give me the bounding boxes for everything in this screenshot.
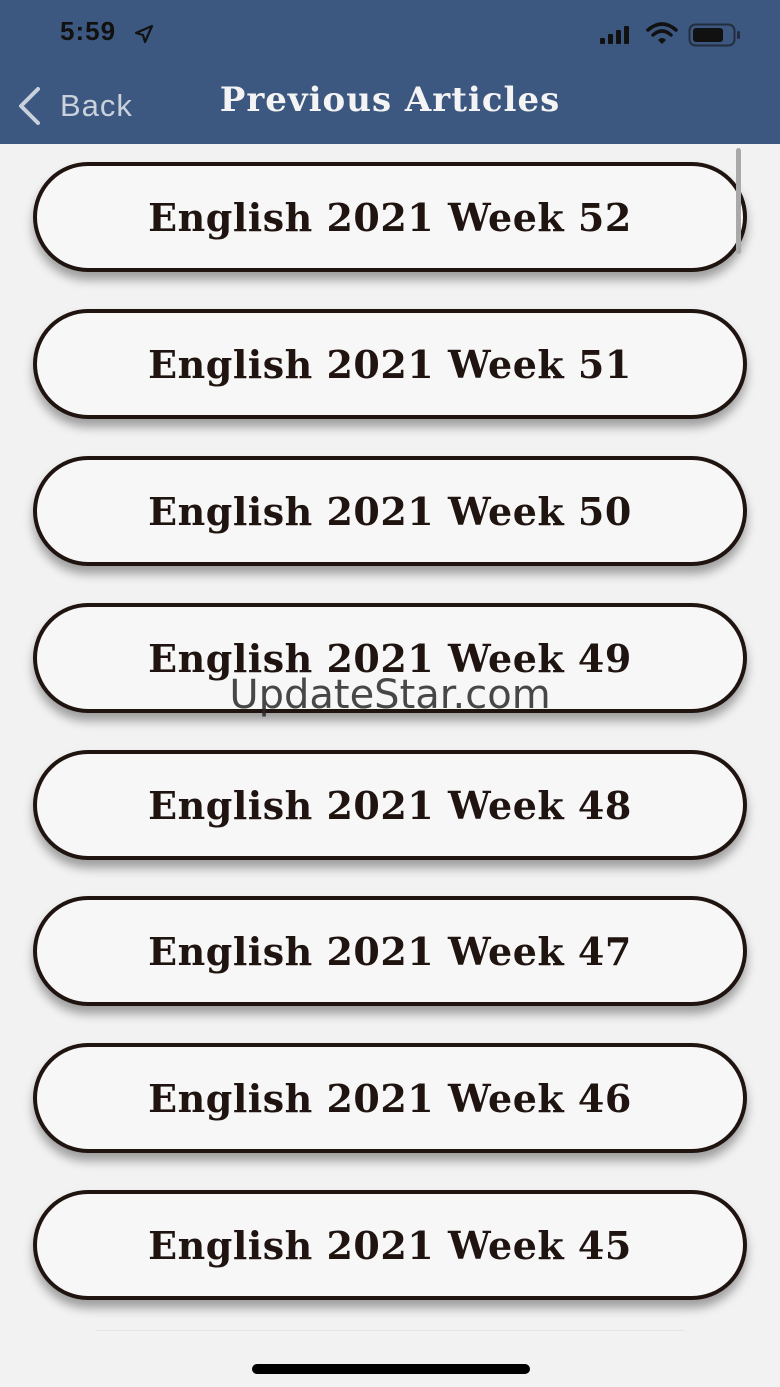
article-label: English 2021 Week 46 bbox=[148, 1075, 632, 1121]
article-button-week-49[interactable]: English 2021 Week 49 bbox=[33, 603, 747, 713]
article-label: English 2021 Week 47 bbox=[148, 928, 632, 974]
article-label: English 2021 Week 51 bbox=[148, 341, 632, 387]
scrollbar[interactable] bbox=[736, 148, 741, 254]
article-label: English 2021 Week 50 bbox=[148, 488, 632, 534]
navigation-bar: 5:59 Back Previous Articles bbox=[0, 0, 780, 144]
article-label: English 2021 Week 49 bbox=[148, 635, 632, 681]
article-button-week-51[interactable]: English 2021 Week 51 bbox=[33, 309, 747, 419]
article-button-week-50[interactable]: English 2021 Week 50 bbox=[33, 456, 747, 566]
divider bbox=[95, 1330, 685, 1331]
article-label: English 2021 Week 52 bbox=[148, 194, 632, 240]
location-arrow-icon bbox=[134, 24, 154, 44]
article-button-week-45[interactable]: English 2021 Week 45 bbox=[33, 1190, 747, 1300]
battery-icon bbox=[688, 23, 740, 47]
cellular-signal-icon bbox=[600, 26, 629, 44]
status-time: 5:59 bbox=[60, 16, 117, 46]
wifi-icon bbox=[646, 22, 678, 44]
article-button-week-48[interactable]: English 2021 Week 48 bbox=[33, 750, 747, 860]
article-button-week-46[interactable]: English 2021 Week 46 bbox=[33, 1043, 747, 1153]
article-button-week-47[interactable]: English 2021 Week 47 bbox=[33, 896, 747, 1006]
article-label: English 2021 Week 45 bbox=[148, 1222, 632, 1268]
article-list: English 2021 Week 52 English 2021 Week 5… bbox=[0, 144, 780, 1387]
article-button-week-52[interactable]: English 2021 Week 52 bbox=[33, 162, 747, 272]
home-indicator[interactable] bbox=[252, 1364, 530, 1374]
article-label: English 2021 Week 48 bbox=[148, 782, 632, 828]
page-title: Previous Articles bbox=[219, 80, 561, 120]
